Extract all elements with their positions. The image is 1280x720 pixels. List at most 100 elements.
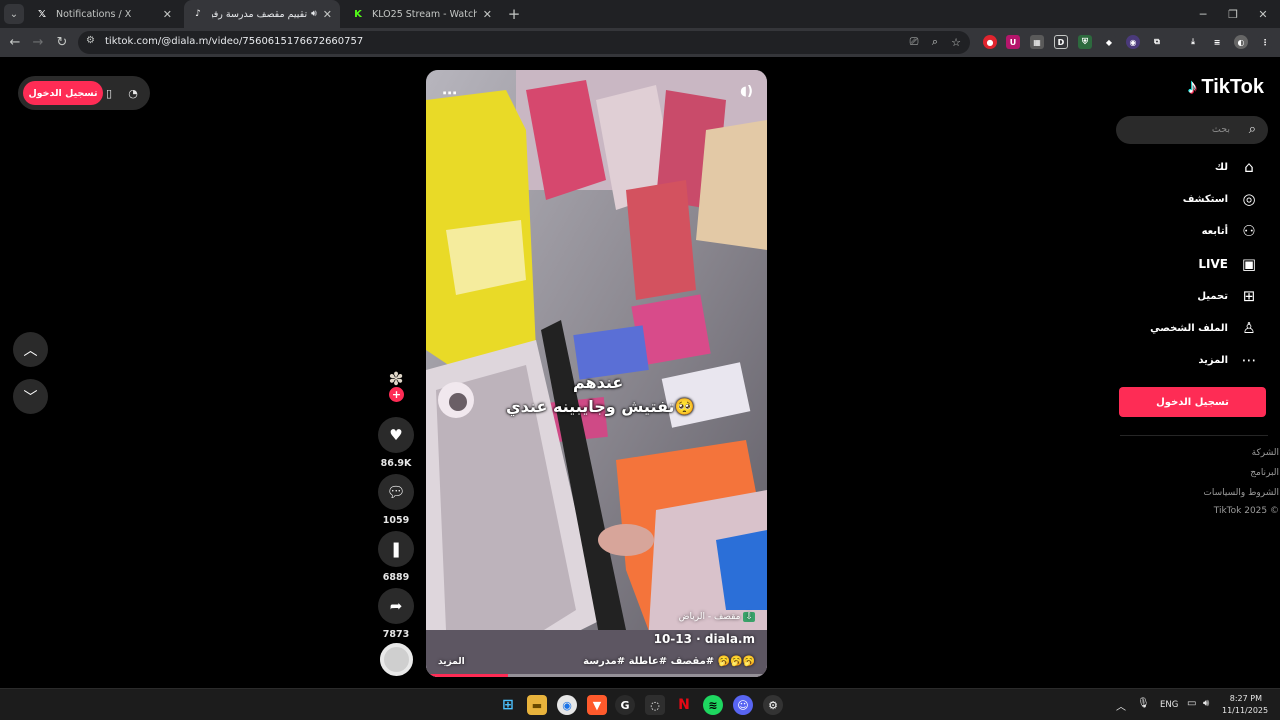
extension-eye-icon[interactable]: ◉ — [1126, 35, 1140, 49]
close-tab-icon[interactable]: ✕ — [483, 8, 492, 21]
close-tab-icon[interactable]: ✕ — [323, 8, 332, 21]
extension-grid-icon[interactable]: ▦ — [1030, 35, 1044, 49]
brave-icon[interactable]: ▼ — [587, 695, 607, 715]
download-icon[interactable]: ⤓ — [1186, 35, 1200, 49]
more-icon: ⋯ — [1241, 351, 1257, 369]
footer-link-terms[interactable]: الشروط والسياسات — [1203, 488, 1279, 498]
windows-taskbar: ⊞ ▬ ◉ ▼ G ◌ N ≋ ☺ ⚙ ︿ 🎙︎ ENG ▭ 🔊︎ 8:27 P… — [0, 688, 1280, 720]
tab-tiktok-video[interactable]: ♪ تقييم مقصف مدرسة رفيدة و 🔊︎ ✕ — [184, 0, 340, 28]
sidebar-item-foryou[interactable]: لك ⌂ — [1215, 155, 1260, 179]
sidebar-item-upload[interactable]: تحميل ⊞ — [1197, 284, 1260, 308]
extension-d-icon[interactable]: D — [1054, 35, 1068, 49]
sidebar-login-button[interactable]: تسجيل الدخول — [1119, 387, 1266, 417]
app-loader-icon[interactable]: ◌ — [645, 695, 665, 715]
get-app-icon[interactable]: ▯ — [101, 85, 117, 101]
tab-kick-stream[interactable]: K KLO25 Stream - Watch Live on ✕ — [344, 0, 500, 28]
microphone-icon[interactable]: 🎙︎ — [1137, 698, 1150, 709]
file-explorer-icon[interactable]: ▬ — [527, 695, 547, 715]
address-bar[interactable]: ⚙ tiktok.com/@diala.m/video/756061517667… — [78, 31, 970, 54]
logo-text: TikTok — [1201, 76, 1264, 98]
clock-date: 11/11/2025 — [1222, 706, 1269, 715]
reload-button[interactable]: ↻ — [52, 32, 72, 52]
site-info-icon[interactable]: ⚙ — [86, 35, 95, 46]
extension-ublock-icon[interactable]: U — [1006, 35, 1020, 49]
tiktok-logo[interactable]: ♪ TikTok — [1187, 76, 1264, 99]
location-pin-icon: ⇩ — [743, 612, 755, 622]
close-window-button[interactable]: ✕ — [1246, 0, 1280, 28]
video-progress-bar[interactable] — [426, 674, 767, 677]
minimize-button[interactable]: ─ — [1186, 0, 1220, 28]
video-progress-fill — [426, 674, 508, 677]
spotify-icon[interactable]: ≋ — [703, 695, 723, 715]
top-login-button[interactable]: تسجيل الدخول — [23, 81, 103, 105]
video-more-options-icon[interactable]: ⋯ — [442, 84, 457, 102]
next-video-button[interactable]: ﹀ — [13, 379, 48, 414]
description-more-link[interactable]: المزيد — [438, 657, 465, 667]
location-tag[interactable]: ⇩مقصف - الرياض — [679, 612, 755, 622]
back-button[interactable]: ← — [5, 32, 25, 52]
bookmark-star-icon[interactable]: ☆ — [948, 34, 964, 50]
url-text[interactable]: tiktok.com/@diala.m/video/75606151766726… — [105, 36, 363, 47]
search-icon[interactable]: ⌕ — [1249, 122, 1256, 137]
discord-icon[interactable]: ☺ — [733, 695, 753, 715]
creator-tools-icon[interactable]: ◔ — [125, 85, 141, 101]
speaker-icon[interactable]: 🔊︎ — [311, 9, 317, 19]
sidebar-item-live[interactable]: LIVE ▣ — [1198, 252, 1260, 276]
search-input[interactable]: بحث ⌕ — [1116, 116, 1268, 144]
sidebar-item-more[interactable]: المزيد ⋯ — [1198, 348, 1260, 372]
cast-icon[interactable]: ⎚ — [906, 34, 922, 50]
like-action[interactable]: ♥ 86.9K — [378, 417, 414, 469]
video-author-name[interactable]: diala.m — [705, 632, 755, 646]
tiktok-page: تسجيل الدخول ▯ ◔ ︿ ﹀ ⋯ ◖) عندهم تفتيش وج… — [0, 57, 1280, 688]
netflix-icon[interactable]: N — [674, 695, 694, 715]
share-action[interactable]: ➦ 7873 — [378, 588, 414, 640]
like-count: 86.9K — [380, 458, 412, 469]
extension-diamond-icon[interactable]: ◆ — [1102, 35, 1116, 49]
new-tab-button[interactable]: + — [504, 4, 524, 24]
extension-red-icon[interactable]: ● — [983, 35, 997, 49]
clock[interactable]: 8:27 PM 11/11/2025 — [1222, 693, 1269, 717]
media-control-icon[interactable]: ≡ — [1210, 35, 1224, 49]
video-description: 🥱🥱🥱 #مقصف #عاطلة #مدرسة — [583, 656, 755, 667]
footer-link-company[interactable]: الشركة — [1252, 448, 1279, 458]
restore-button[interactable]: ❐ — [1216, 0, 1250, 28]
tab-search-button[interactable]: ⌄ — [4, 4, 24, 24]
forward-button[interactable]: → — [28, 32, 48, 52]
volume-icon[interactable]: 🔊︎ — [1203, 698, 1209, 709]
profile-icon: ♙ — [1242, 319, 1256, 337]
extension-shield-icon[interactable]: ⛨ — [1078, 35, 1092, 49]
profile-avatar-icon[interactable]: ◐ — [1234, 35, 1248, 49]
browser-tab-strip: ⌄ 𝕏 Notifications / X ✕ ♪ تقييم مقصف مدر… — [0, 0, 1280, 28]
footer-copyright: TikTok 2025 © — [1213, 506, 1279, 516]
sidebar-item-following[interactable]: أتابعه ⚇ — [1202, 219, 1260, 243]
follow-plus-button[interactable]: + — [389, 387, 404, 402]
comment-count: 1059 — [382, 515, 410, 526]
save-action[interactable]: ❚ 6889 — [378, 531, 414, 583]
bookmark-icon[interactable]: ❚ — [378, 531, 414, 567]
app-steam-icon[interactable]: ⚙ — [763, 695, 783, 715]
chrome-icon[interactable]: ◉ — [557, 695, 577, 715]
sidebar-item-profile[interactable]: الملف الشخصي ♙ — [1150, 316, 1260, 340]
sidebar-item-explore[interactable]: استكشف ◎ — [1183, 187, 1260, 211]
share-icon[interactable]: ➦ — [378, 588, 414, 624]
close-tab-icon[interactable]: ✕ — [163, 8, 172, 21]
video-player[interactable]: ⋯ ◖) عندهم تفتيش وجايبينه عندي🥺 ⇩مقصف - … — [426, 70, 767, 677]
zoom-icon[interactable]: ⌕ — [927, 34, 943, 50]
tab-x-notifications[interactable]: 𝕏 Notifications / X ✕ — [28, 0, 180, 28]
network-icon[interactable]: ▭ — [1187, 698, 1196, 709]
footer-link-program[interactable]: البرنامج — [1250, 468, 1279, 478]
start-button-icon[interactable]: ⊞ — [498, 695, 518, 715]
video-volume-icon[interactable]: ◖) — [740, 84, 753, 99]
browser-menu-icon[interactable]: ⋮ — [1258, 35, 1272, 49]
previous-video-button[interactable]: ︿ — [13, 332, 48, 367]
save-count: 6889 — [382, 572, 410, 583]
search-placeholder: بحث — [1211, 124, 1230, 135]
heart-icon[interactable]: ♥ — [378, 417, 414, 453]
comment-action[interactable]: 💬︎ 1059 — [378, 474, 414, 526]
extensions-puzzle-icon[interactable]: ⧉ — [1150, 35, 1164, 49]
music-disc-icon[interactable] — [380, 643, 413, 676]
tray-overflow-icon[interactable]: ︿ — [1116, 698, 1126, 713]
input-language[interactable]: ENG — [1160, 700, 1178, 710]
app-g-icon[interactable]: G — [615, 695, 635, 715]
comment-icon[interactable]: 💬︎ — [378, 474, 414, 510]
